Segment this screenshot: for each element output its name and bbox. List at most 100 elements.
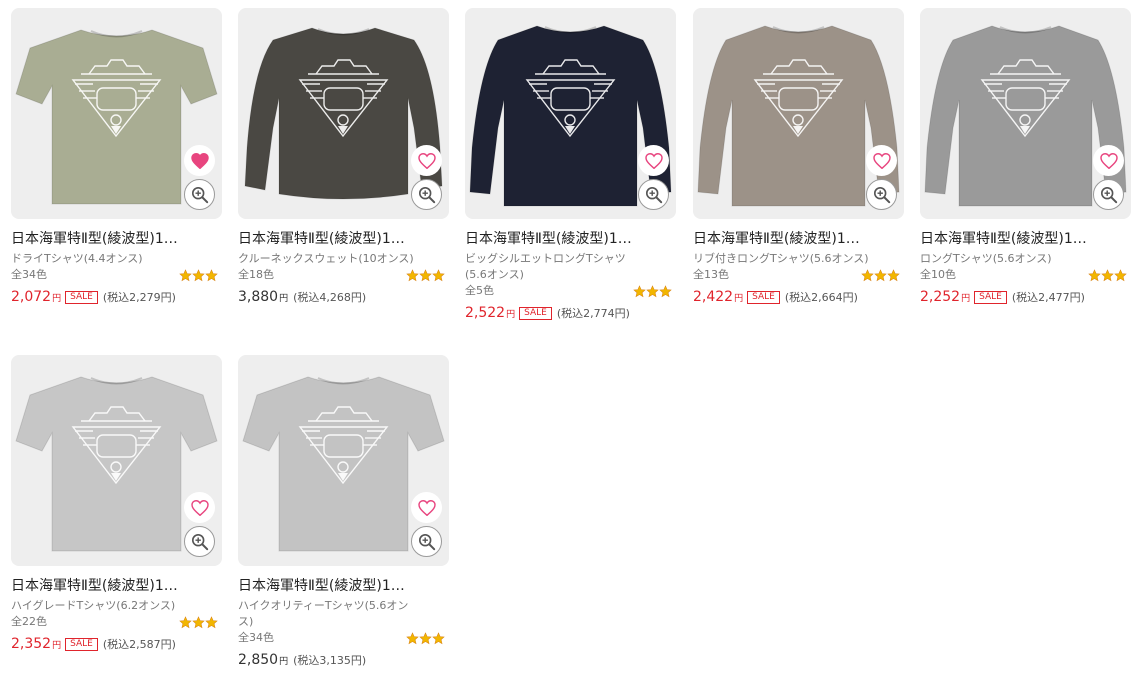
product-card[interactable]: 日本海軍特Ⅱ型(綾波型)1… クルーネックスウェット(10オンス) 全18色 3… [238,8,449,305]
zoom-button[interactable] [411,526,442,557]
product-type: ハイグレードTシャツ(6.2オンス) [11,599,176,612]
price: 2,522 [465,305,506,321]
product-thumbnail[interactable] [238,8,449,219]
rating-emblem-icon [861,268,874,281]
price-row: 2,850 円 (税込3,135円) [238,652,449,668]
favorite-button[interactable] [866,145,897,176]
price-row: 2,072 円 SALE (税込2,279円) [11,289,222,306]
price-row: 3,880 円 (税込4,268円) [238,289,449,305]
zoom-in-icon [191,533,208,550]
rating-emblem-icon [887,268,900,281]
rating [179,615,218,629]
rating-emblem-icon [419,268,432,281]
tax-included-price: (税込2,774円) [556,307,630,320]
product-type: ビッグシルエットロングTシャツ [465,252,626,265]
price-yen: 円 [279,657,289,667]
product-thumbnail[interactable] [693,8,904,219]
rating [406,631,445,645]
price: 2,422 [693,289,734,305]
rating-emblem-icon [432,268,445,281]
product-title[interactable]: 日本海軍特Ⅱ型(綾波型)1… [465,230,661,248]
price-yen: 円 [52,294,62,304]
price-row: 2,522 円 SALE (税込2,774円) [465,305,676,322]
favorite-button[interactable] [638,145,669,176]
zoom-in-icon [873,186,890,203]
zoom-in-icon [191,186,208,203]
rating-emblem-icon [1088,268,1101,281]
favorite-button[interactable] [411,145,442,176]
rating [1088,268,1127,282]
rating [406,268,445,282]
product-card[interactable]: 日本海軍特Ⅱ型(綾波型)1… ハイグレードTシャツ(6.2オンス) 全22色 2… [11,355,222,653]
rating-emblem-icon [874,268,887,281]
zoom-in-icon [418,186,435,203]
rating-emblem-icon [419,631,432,644]
product-title[interactable]: 日本海軍特Ⅱ型(綾波型)1… [920,230,1116,248]
favorite-button[interactable] [411,492,442,523]
product-type: ハイクオリティーTシャツ(5.6オン [238,599,409,612]
heart-icon [417,499,436,516]
price: 2,252 [920,289,961,305]
product-title[interactable]: 日本海軍特Ⅱ型(綾波型)1… [693,230,889,248]
rating-emblem-icon [406,268,419,281]
zoom-button[interactable] [184,526,215,557]
sale-badge: SALE [519,307,552,320]
heart-icon [190,499,209,516]
product-card[interactable]: 日本海軍特Ⅱ型(綾波型)1… ロングTシャツ(5.6オンス) 全10色 2,25… [920,8,1131,306]
product-title[interactable]: 日本海軍特Ⅱ型(綾波型)1… [11,230,207,248]
favorite-button[interactable] [184,492,215,523]
tax-included-price: (税込2,587円) [102,638,176,651]
product-title[interactable]: 日本海軍特Ⅱ型(綾波型)1… [238,577,434,595]
product-thumbnail[interactable] [11,8,222,219]
rating [179,268,218,282]
tax-included-price: (税込2,664円) [784,291,858,304]
color-count: 全5色 [465,284,494,297]
zoom-button[interactable] [638,179,669,210]
rating-emblem-icon [192,615,205,628]
product-type-cont: ス) [238,615,254,628]
rating-emblem-icon [659,284,672,297]
tax-included-price: (税込3,135円) [293,654,367,667]
rating-emblem-icon [179,615,192,628]
color-count: 全13色 [693,268,729,281]
sale-badge: SALE [65,638,98,651]
product-thumbnail[interactable] [920,8,1131,219]
product-card[interactable]: 日本海軍特Ⅱ型(綾波型)1… ドライTシャツ(4.4オンス) 全34色 2,07… [11,8,222,306]
zoom-in-icon [418,533,435,550]
price-row: 2,352 円 SALE (税込2,587円) [11,636,222,653]
zoom-button[interactable] [866,179,897,210]
price: 3,880 [238,289,279,305]
rating-emblem-icon [205,615,218,628]
product-thumbnail[interactable] [11,355,222,566]
product-title[interactable]: 日本海軍特Ⅱ型(綾波型)1… [238,230,434,248]
zoom-button[interactable] [184,179,215,210]
product-thumbnail[interactable] [238,355,449,566]
product-type: ドライTシャツ(4.4オンス) [11,252,143,265]
zoom-button[interactable] [411,179,442,210]
price-yen: 円 [961,294,971,304]
rating-emblem-icon [406,631,419,644]
product-type: リブ付きロングTシャツ(5.6オンス) [693,252,869,265]
favorite-button[interactable] [184,145,215,176]
rating [633,284,672,298]
favorite-button[interactable] [1093,145,1124,176]
price-row: 2,422 円 SALE (税込2,664円) [693,289,904,306]
rating-emblem-icon [633,284,646,297]
color-count: 全34色 [238,631,274,644]
rating-emblem-icon [1101,268,1114,281]
rating-emblem-icon [1114,268,1127,281]
product-grid: 日本海軍特Ⅱ型(綾波型)1… ドライTシャツ(4.4オンス) 全34色 2,07… [0,0,1134,692]
rating [861,268,900,282]
product-card[interactable]: 日本海軍特Ⅱ型(綾波型)1… ハイクオリティーTシャツ(5.6オン ス) 全34… [238,355,449,668]
product-card[interactable]: 日本海軍特Ⅱ型(綾波型)1… ビッグシルエットロングTシャツ (5.6オンス) … [465,8,676,322]
zoom-button[interactable] [1093,179,1124,210]
product-title[interactable]: 日本海軍特Ⅱ型(綾波型)1… [11,577,207,595]
zoom-in-icon [1100,186,1117,203]
tax-included-price: (税込2,477円) [1011,291,1085,304]
product-card[interactable]: 日本海軍特Ⅱ型(綾波型)1… リブ付きロングTシャツ(5.6オンス) 全13色 … [693,8,904,306]
zoom-in-icon [645,186,662,203]
product-thumbnail[interactable] [465,8,676,219]
rating-emblem-icon [646,284,659,297]
rating-emblem-icon [179,268,192,281]
heart-icon [1099,152,1118,169]
